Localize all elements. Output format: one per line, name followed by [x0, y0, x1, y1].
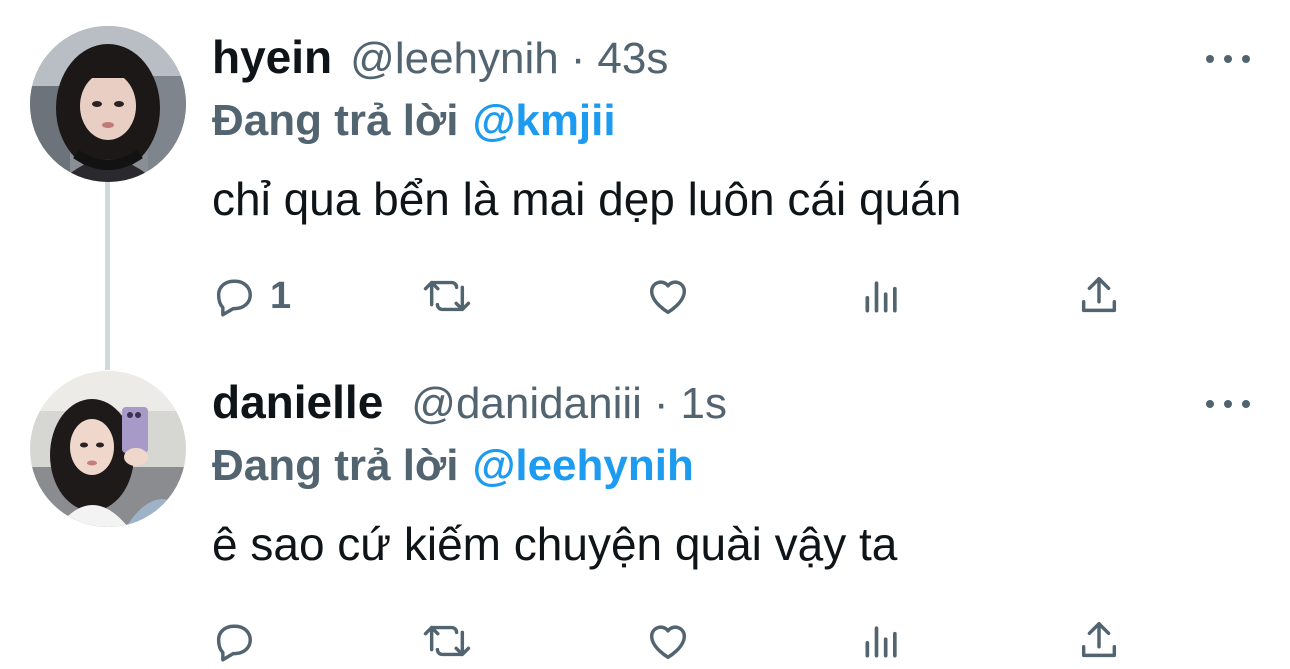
replying-to: Đang trả lời @leehynih — [212, 441, 694, 491]
tweet-header: danielle @danidaniii · 1s — [212, 375, 727, 435]
tweet-actions — [210, 615, 1210, 667]
retweet-button[interactable] — [422, 615, 472, 667]
separator-dot: · — [570, 34, 586, 83]
heart-icon — [644, 618, 692, 664]
share-icon — [1076, 273, 1122, 319]
timestamp[interactable]: 1s — [681, 379, 727, 429]
reply-button[interactable] — [210, 615, 270, 667]
mention-link[interactable]: @kmjii — [472, 96, 615, 145]
views-icon — [860, 618, 904, 664]
more-options-button[interactable] — [1204, 44, 1252, 74]
avatar[interactable] — [30, 26, 186, 182]
reply-icon — [210, 618, 256, 664]
share-button[interactable] — [1076, 615, 1122, 667]
timestamp[interactable]: 43s — [597, 34, 668, 84]
avatar[interactable] — [30, 371, 186, 527]
views-button[interactable] — [860, 615, 904, 667]
share-icon — [1076, 618, 1122, 664]
tweet-text: chỉ qua bển là mai dẹp luôn cái quán — [212, 173, 962, 225]
mention-link[interactable]: @leehynih — [472, 441, 693, 490]
more-icon-dot — [1224, 55, 1232, 63]
display-name[interactable]: danielle — [212, 375, 383, 429]
share-button[interactable] — [1076, 270, 1122, 322]
more-icon-dot — [1206, 400, 1214, 408]
more-icon-dot — [1242, 55, 1250, 63]
replying-to-label: Đang trả lời — [212, 96, 459, 145]
reply-button[interactable]: 1 — [210, 270, 291, 322]
reply-count: 1 — [270, 274, 292, 317]
tweet-actions: 1 — [210, 270, 1210, 322]
retweet-button[interactable] — [422, 270, 472, 322]
more-icon-dot — [1224, 400, 1232, 408]
like-button[interactable] — [644, 270, 692, 322]
tweet-thread: hyein @leehynih · 43s Đang trả lời @kmjii… — [0, 0, 1290, 669]
views-button[interactable] — [860, 270, 904, 322]
tweet[interactable]: hyein @leehynih · 43s Đang trả lời @kmjii… — [0, 0, 1290, 345]
separator-dot: · — [653, 379, 669, 428]
views-icon — [860, 273, 904, 319]
user-handle[interactable]: @leehynih — [350, 34, 559, 84]
replying-to: Đang trả lời @kmjii — [212, 96, 616, 146]
more-options-button[interactable] — [1204, 389, 1252, 419]
tweet-header: hyein @leehynih · 43s — [212, 30, 668, 90]
display-name[interactable]: hyein — [212, 30, 332, 84]
reply-icon — [210, 273, 256, 319]
more-icon-dot — [1206, 55, 1214, 63]
tweet-text: ê sao cứ kiếm chuyện quài vậy ta — [212, 518, 898, 570]
tweet[interactable]: danielle @danidaniii · 1s Đang trả lời @l… — [0, 345, 1290, 669]
retweet-icon — [422, 618, 472, 664]
like-button[interactable] — [644, 615, 692, 667]
replying-to-label: Đang trả lời — [212, 441, 459, 490]
retweet-icon — [422, 273, 472, 319]
user-handle[interactable]: @danidaniii — [411, 379, 642, 429]
more-icon-dot — [1242, 400, 1250, 408]
heart-icon — [644, 273, 692, 319]
